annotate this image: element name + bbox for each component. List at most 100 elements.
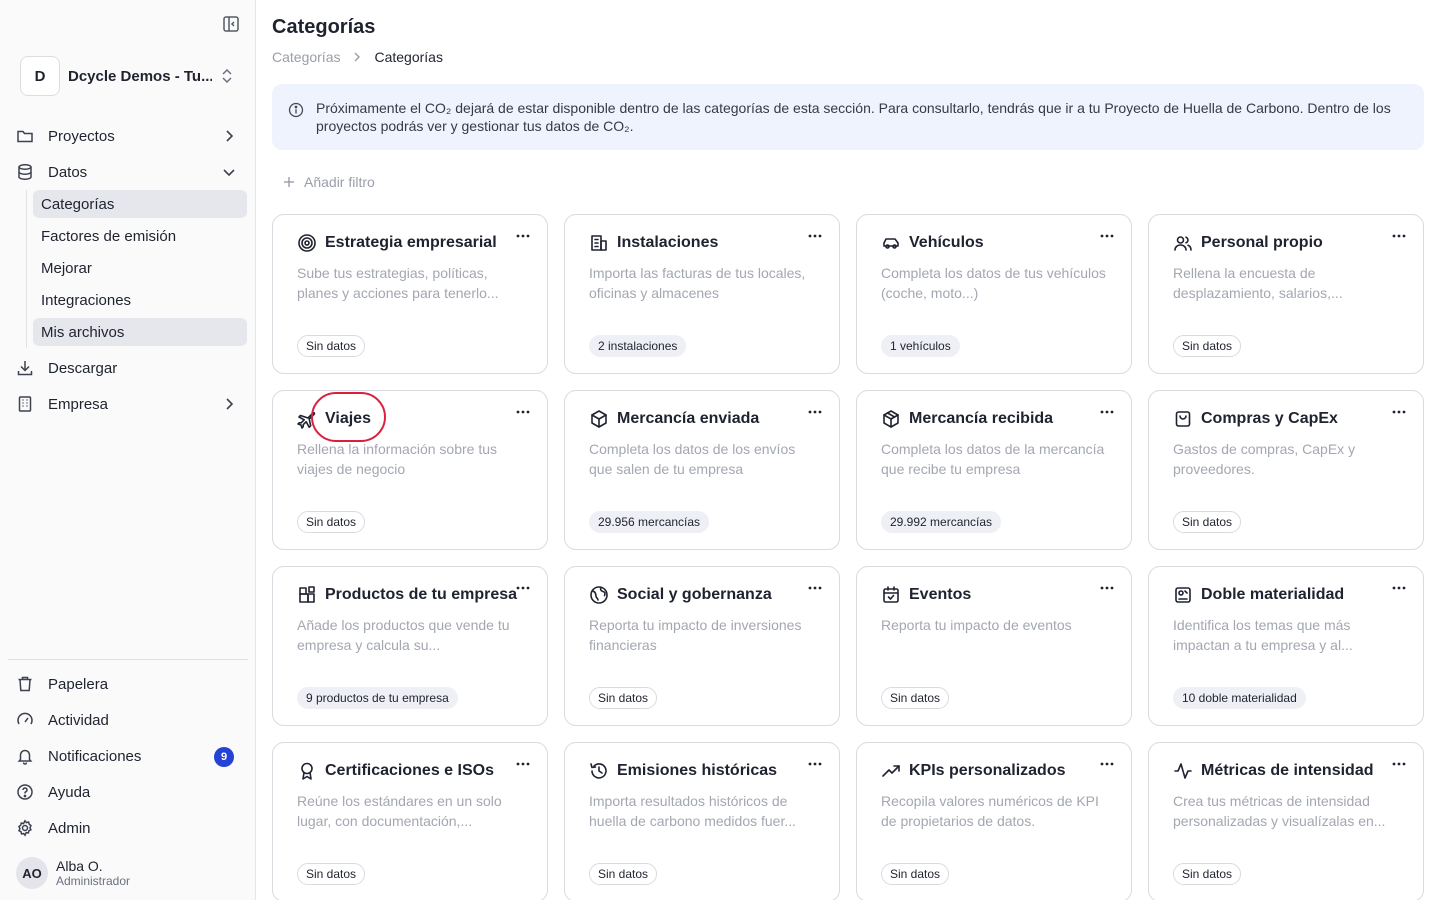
more-options-icon[interactable] — [1099, 407, 1115, 417]
more-options-icon[interactable] — [515, 407, 531, 417]
sidebar-item-admin[interactable]: Admin — [8, 813, 248, 843]
trash-icon — [16, 675, 34, 693]
category-card-13[interactable]: Emisiones históricas Importa resultados … — [564, 742, 840, 900]
card-title: Compras y CapEx — [1201, 410, 1338, 427]
more-options-icon[interactable] — [515, 759, 531, 769]
status-badge: Sin datos — [881, 687, 950, 709]
card-description: Reúne los estándares en un solo lugar, c… — [297, 793, 502, 829]
sidebar-item-descargar[interactable]: Descargar — [8, 353, 248, 383]
more-options-icon[interactable] — [1391, 407, 1407, 417]
category-card-0[interactable]: Estrategia empresarial Sube tus estrateg… — [272, 214, 548, 374]
card-description: Gastos de compras, CapEx y proveedores. — [1173, 441, 1356, 477]
add-filter-button[interactable]: Añadir filtro — [282, 172, 375, 192]
sidebar-divider — [8, 659, 248, 660]
sidebar-item-mis-archivos[interactable]: Mis archivos — [33, 318, 247, 346]
status-badge: Sin datos — [297, 335, 366, 357]
category-card-12[interactable]: Certificaciones e ISOs Reúne los estánda… — [272, 742, 548, 900]
more-options-icon[interactable] — [807, 759, 823, 769]
sidebar-collapse-icon[interactable] — [222, 15, 240, 33]
chevron-right-icon — [350, 50, 364, 64]
sidebar-item-actividad[interactable]: Actividad — [8, 705, 248, 735]
chevron-right-icon — [222, 397, 236, 411]
card-title: Estrategia empresarial — [325, 234, 497, 251]
more-options-icon[interactable] — [1391, 759, 1407, 769]
boxes-icon — [881, 409, 901, 429]
status-badge: 9 productos de tu empresa — [297, 687, 458, 709]
user-role: Administrador — [56, 874, 131, 888]
card-description: Añade los productos que vende tu empresa… — [297, 617, 510, 653]
category-card-10[interactable]: Eventos Reporta tu impacto de eventos Si… — [856, 566, 1132, 726]
more-options-icon[interactable] — [1391, 583, 1407, 593]
sidebar-item-ayuda[interactable]: Ayuda — [8, 777, 248, 807]
card-description: Reporta tu impacto de inversiones financ… — [589, 617, 802, 653]
category-card-9[interactable]: Social y gobernanza Reporta tu impacto d… — [564, 566, 840, 726]
highlight-annotation — [311, 392, 386, 442]
more-options-icon[interactable] — [1099, 759, 1115, 769]
info-icon — [288, 102, 304, 118]
status-badge: 1 vehículos — [881, 335, 960, 357]
sidebar-item-mejorar[interactable]: Mejorar — [33, 254, 247, 282]
sidebar-item-papelera[interactable]: Papelera — [8, 669, 248, 699]
user-profile[interactable]: AO Alba O. Administrador — [16, 856, 246, 890]
sidebar-item-label: Empresa — [48, 395, 109, 413]
status-badge: Sin datos — [589, 687, 658, 709]
activity-icon — [1173, 761, 1193, 781]
sidebar-item-categorias[interactable]: Categorías — [33, 190, 247, 218]
card-description: Identifica los temas que más impactan a … — [1173, 617, 1353, 653]
card-description: Reporta tu impacto de eventos — [881, 617, 1072, 633]
more-options-icon[interactable] — [807, 231, 823, 241]
products-icon — [297, 585, 317, 605]
card-description: Completa los datos de los envíos que sal… — [589, 441, 796, 477]
target-icon — [297, 233, 317, 253]
category-card-11[interactable]: Doble materialidad Identifica los temas … — [1148, 566, 1424, 726]
avatar: AO — [16, 857, 48, 889]
category-card-3[interactable]: Personal propio Rellena la encuesta de d… — [1148, 214, 1424, 374]
card-title: Emisiones históricas — [617, 762, 778, 779]
org-name: Dcycle Demos - Tu... — [68, 67, 212, 85]
users-icon — [1173, 233, 1193, 253]
sidebar: D Dcycle Demos - Tu... Proyectos Datos C… — [0, 0, 256, 900]
card-title: Métricas de intensidad — [1201, 762, 1374, 779]
more-options-icon[interactable] — [515, 231, 531, 241]
card-description: Rellena la encuesta de desplazamiento, s… — [1173, 265, 1343, 301]
card-title: Doble materialidad — [1201, 586, 1345, 603]
more-options-icon[interactable] — [1099, 231, 1115, 241]
sidebar-item-integraciones[interactable]: Integraciones — [33, 286, 247, 314]
breadcrumb: Categorías Categorías — [272, 49, 443, 65]
status-badge: 2 instalaciones — [589, 335, 687, 357]
building-icon — [589, 233, 609, 253]
category-card-5[interactable]: Mercancía enviada Completa los datos de … — [564, 390, 840, 550]
database-icon — [16, 163, 34, 181]
breadcrumb-item[interactable]: Categorías — [272, 49, 340, 65]
sidebar-item-proyectos[interactable]: Proyectos — [8, 121, 248, 151]
sidebar-item-empresa[interactable]: Empresa — [8, 389, 248, 419]
calendar-icon — [881, 585, 901, 605]
category-card-7[interactable]: Compras y CapEx Gastos de compras, CapEx… — [1148, 390, 1424, 550]
more-options-icon[interactable] — [515, 583, 531, 593]
sidebar-item-label: Notificaciones — [48, 747, 142, 765]
building-icon — [16, 395, 34, 413]
more-options-icon[interactable] — [807, 407, 823, 417]
add-filter-label: Añadir filtro — [304, 174, 375, 190]
category-card-14[interactable]: KPIs personalizados Recopila valores num… — [856, 742, 1132, 900]
card-title: Instalaciones — [617, 234, 719, 251]
org-switcher[interactable]: D Dcycle Demos - Tu... — [20, 56, 242, 96]
category-card-15[interactable]: Métricas de intensidad Crea tus métricas… — [1148, 742, 1424, 900]
category-grid: Estrategia empresarial Sube tus estrateg… — [272, 214, 1424, 900]
category-card-1[interactable]: Instalaciones Importa las facturas de tu… — [564, 214, 840, 374]
more-options-icon[interactable] — [1099, 583, 1115, 593]
more-options-icon[interactable] — [1391, 231, 1407, 241]
card-description: Crea tus métricas de intensidad personal… — [1173, 793, 1386, 829]
info-banner: Próximamente el CO₂ dejará de estar disp… — [272, 84, 1424, 150]
category-card-2[interactable]: Vehículos Completa los datos de tus vehí… — [856, 214, 1132, 374]
card-title: Personal propio — [1201, 234, 1323, 251]
sidebar-item-datos[interactable]: Datos — [8, 157, 248, 187]
sidebar-item-factores-emision[interactable]: Factores de emisión — [33, 222, 247, 250]
sidebar-item-label: Papelera — [48, 675, 109, 693]
sidebar-item-notificaciones[interactable]: Notificaciones 9 — [8, 741, 248, 771]
category-card-6[interactable]: Mercancía recibida Completa los datos de… — [856, 390, 1132, 550]
more-options-icon[interactable] — [807, 583, 823, 593]
card-title: Mercancía enviada — [617, 410, 760, 427]
materiality-icon — [1173, 585, 1193, 605]
category-card-8[interactable]: Productos de tu empresa Añade los produc… — [272, 566, 548, 726]
